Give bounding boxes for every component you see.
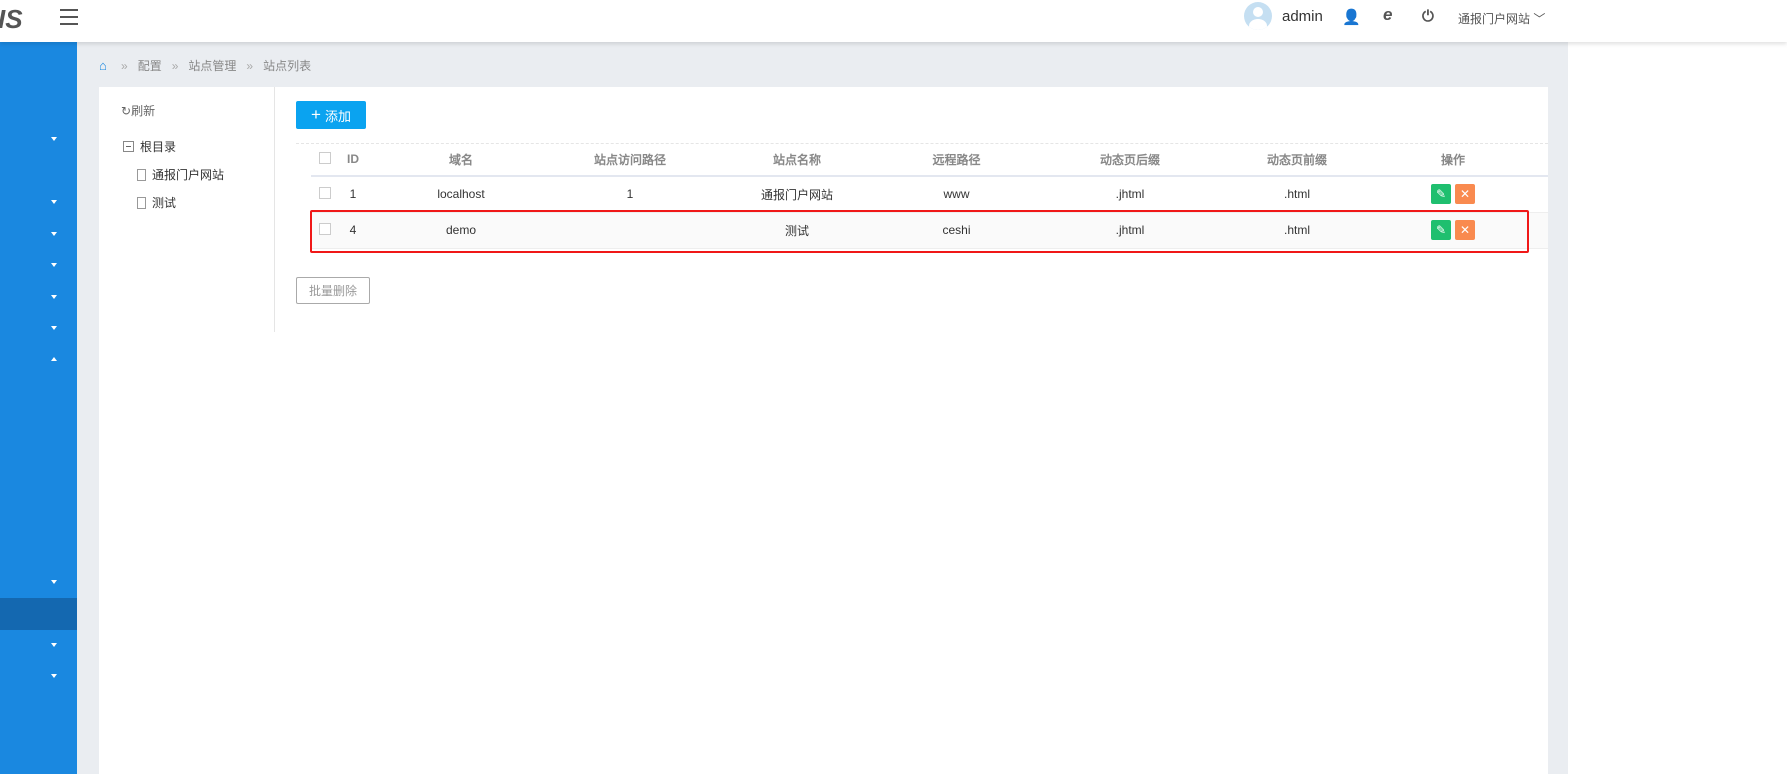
site-table: ID 域名 站点访问路径 站点名称 远程路径 动态页后缀 动态页前缀 操作 1 … [311, 143, 1548, 249]
cell-suffix: .jhtml [1024, 176, 1236, 213]
chevron-down-icon[interactable] [51, 643, 57, 647]
edit-icon[interactable]: ✎ [1431, 220, 1451, 240]
row-checkbox[interactable] [319, 186, 331, 199]
tree-node-label: 通报门户网站 [152, 168, 225, 182]
cell-name: 通报门户网站 [705, 176, 889, 213]
separator-icon: » [246, 58, 254, 73]
collapse-icon[interactable] [123, 141, 134, 152]
site-selector-label: 通报门户网站 [1458, 12, 1531, 26]
separator-icon: » [171, 58, 179, 73]
chevron-down-icon[interactable] [51, 137, 57, 141]
chevron-down-icon[interactable] [51, 232, 57, 236]
cell-prefix: .html [1236, 176, 1358, 213]
cell-name: 测试 [705, 212, 889, 249]
logo: IS [0, 4, 23, 34]
refresh-icon: ↻ [121, 104, 132, 118]
breadcrumb: ⌂ » 配置 » 站点管理 » 站点列表 [99, 57, 311, 74]
chevron-up-icon[interactable] [51, 357, 57, 361]
chevron-down-icon[interactable] [51, 295, 57, 299]
tree-node-label: 测试 [152, 196, 177, 210]
tree-node[interactable]: 测试 [137, 194, 176, 211]
tree-node-label: 根目录 [140, 140, 177, 154]
column-header: 操作 [1358, 143, 1548, 177]
cell-id: 4 [339, 212, 367, 249]
column-header: 远程路径 [889, 143, 1024, 177]
chevron-down-icon[interactable] [51, 263, 57, 267]
tree-node-root[interactable]: 根目录 [123, 138, 176, 155]
cell-path: 1 [555, 176, 705, 213]
sidebar [0, 42, 77, 774]
sidebar-item-active[interactable] [0, 598, 77, 630]
table-row[interactable]: 4 demo 测试 ceshi .jhtml .html ✎ ✕ [311, 212, 1548, 249]
breadcrumb-item[interactable]: 站点管理 [188, 57, 236, 74]
column-header: 站点名称 [705, 143, 889, 177]
home-icon[interactable]: ⌂ [99, 59, 111, 72]
bulk-delete-button[interactable]: 批量删除 [296, 277, 370, 304]
edit-icon[interactable]: ✎ [1431, 184, 1451, 205]
cell-suffix: .jhtml [1024, 212, 1236, 249]
column-header: 域名 [367, 143, 555, 177]
cell-id: 1 [339, 176, 367, 213]
cell-domain: localhost [367, 176, 555, 213]
power-icon[interactable]: ⏻ [1422, 8, 1434, 25]
chevron-down-icon[interactable] [51, 200, 57, 204]
chevron-down-icon: ﹀ [1533, 12, 1546, 26]
ie-icon[interactable]: e [1383, 5, 1392, 25]
file-icon [137, 196, 146, 209]
chevron-down-icon[interactable] [51, 674, 57, 678]
refresh-label: 刷新 [131, 104, 156, 118]
site-selector[interactable]: 通报门户网站 ﹀ [1458, 10, 1545, 27]
cell-remote: ceshi [889, 212, 1024, 249]
delete-icon[interactable]: ✕ [1455, 220, 1475, 240]
chevron-down-icon[interactable] [51, 580, 57, 584]
column-header: 动态页前缀 [1236, 143, 1358, 177]
username[interactable]: admin [1282, 8, 1323, 25]
select-all-checkbox[interactable] [319, 151, 331, 164]
delete-icon[interactable]: ✕ [1455, 184, 1475, 205]
table-header: ID 域名 站点访问路径 站点名称 远程路径 动态页后缀 动态页前缀 操作 [311, 143, 1548, 177]
separator-icon: » [121, 58, 128, 73]
chevron-down-icon[interactable] [51, 326, 57, 330]
cell-path [555, 212, 705, 249]
cell-remote: www [889, 176, 1024, 213]
add-button[interactable]: + 添加 [296, 101, 366, 129]
breadcrumb-item: 站点列表 [263, 59, 312, 73]
plus-icon: + [311, 105, 321, 124]
table-row[interactable]: 1 localhost 1 通报门户网站 www .jhtml .html ✎ ✕ [311, 176, 1548, 213]
avatar[interactable] [1244, 2, 1272, 30]
site-tree: ↻刷新 根目录 通报门户网站 测试 [99, 87, 275, 332]
breadcrumb-item[interactable]: 配置 [138, 57, 162, 74]
refresh-button[interactable]: ↻刷新 [121, 102, 155, 119]
cell-prefix: .html [1236, 212, 1358, 249]
row-checkbox[interactable] [319, 222, 331, 235]
column-header: 站点访问路径 [555, 143, 705, 177]
file-icon [137, 168, 146, 181]
column-header: 动态页后缀 [1024, 143, 1236, 177]
user-edit-icon[interactable]: 👤 [1342, 8, 1361, 26]
column-header[interactable]: ID [339, 143, 367, 177]
top-bar: IS admin 👤 e ⏻ 通报门户网站 ﹀ [0, 0, 1787, 42]
add-label: 添加 [324, 108, 351, 124]
cell-domain: demo [367, 212, 555, 249]
tree-node[interactable]: 通报门户网站 [137, 166, 224, 183]
menu-icon[interactable] [60, 9, 78, 25]
